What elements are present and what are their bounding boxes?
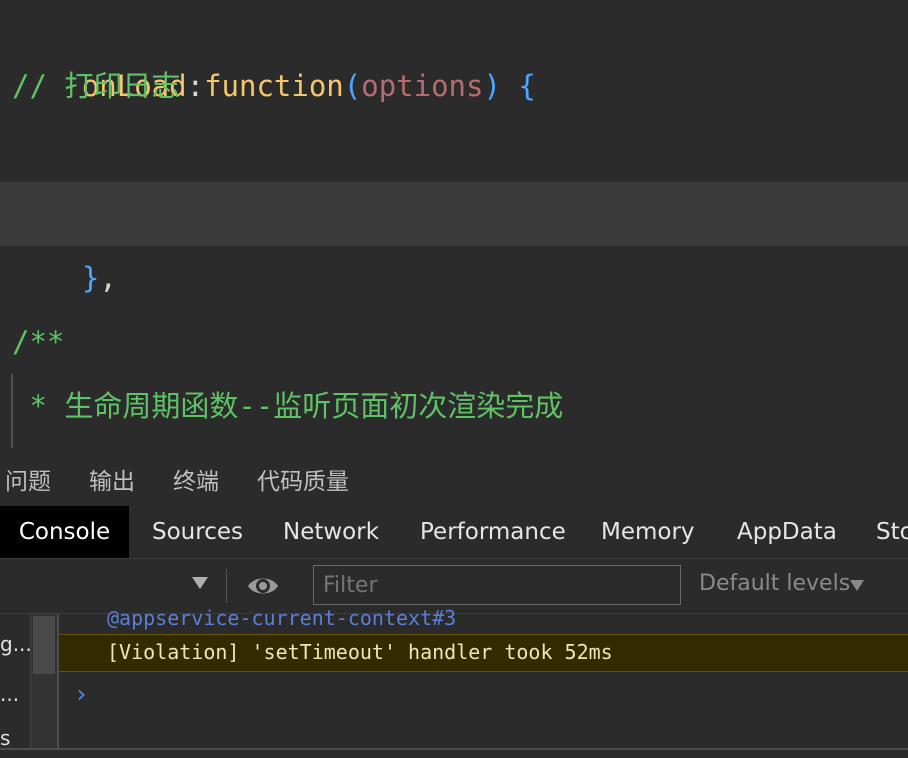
tab-memory[interactable]: Memory bbox=[601, 506, 695, 558]
open-brace: { bbox=[518, 69, 536, 103]
panel-tabs: 问题 输出 终端 代码质量 bbox=[0, 448, 908, 506]
sidebar-item[interactable]: s bbox=[0, 726, 30, 750]
tab-appdata[interactable]: AppData bbox=[737, 506, 837, 558]
filter-input[interactable] bbox=[313, 565, 681, 605]
comma: , bbox=[99, 261, 117, 295]
param-options: options bbox=[361, 69, 484, 103]
tab-output[interactable]: 输出 bbox=[89, 462, 135, 496]
colon: : bbox=[186, 69, 205, 103]
toolbar-divider bbox=[226, 569, 227, 603]
tab-problems[interactable]: 问题 bbox=[5, 462, 51, 496]
current-line-highlight bbox=[0, 182, 908, 246]
code-editor[interactable]: onLoad:function(options) { // 打印日志 conso… bbox=[0, 0, 908, 448]
console-output: g... ... s @appservice-current-context#3… bbox=[0, 606, 908, 758]
violation-text: [Violation] 'setTimeout' handler took 52… bbox=[107, 640, 613, 664]
tab-performance[interactable]: Performance bbox=[420, 506, 566, 558]
eye-icon[interactable] bbox=[246, 572, 280, 600]
code-line-3: console.log(1111) bbox=[12, 118, 379, 231]
code-line-1: onLoad:function(options) { bbox=[12, 0, 536, 103]
sidebar-item[interactable]: g... bbox=[0, 632, 30, 656]
tab-storage[interactable]: Sto bbox=[876, 506, 908, 558]
violation-message: [Violation] 'setTimeout' handler took 52… bbox=[59, 634, 908, 672]
code-line-5: /** bbox=[12, 325, 65, 359]
levels-chevron-icon[interactable] bbox=[850, 580, 864, 591]
scrollbar-thumb[interactable] bbox=[33, 616, 55, 674]
devtools-tabs: Console Sources Network Performance Memo… bbox=[0, 506, 908, 559]
code-line-4: }, bbox=[12, 182, 117, 295]
default-levels-dropdown[interactable]: Default levels bbox=[699, 571, 850, 596]
context-link[interactable]: @appservice-current-context#3 bbox=[107, 606, 456, 630]
console-sidebar: g... ... s bbox=[0, 614, 58, 750]
tab-terminal[interactable]: 终端 bbox=[173, 462, 219, 496]
close-paren: ) bbox=[483, 69, 501, 103]
open-paren: ( bbox=[343, 69, 362, 103]
close-brace: } bbox=[81, 261, 100, 295]
sidebar-item[interactable]: ... bbox=[0, 682, 30, 706]
chevron-down-icon[interactable] bbox=[192, 577, 208, 589]
bottom-border bbox=[0, 748, 908, 750]
tab-code-quality[interactable]: 代码质量 bbox=[257, 462, 349, 496]
sidebar-scrollbar[interactable] bbox=[30, 614, 58, 748]
keyword-function: function bbox=[204, 69, 344, 103]
tab-sources[interactable]: Sources bbox=[152, 506, 243, 558]
code-line-2: // 打印日志 bbox=[12, 69, 181, 103]
code-line-6: * 生命周期函数--监听页面初次渲染完成 bbox=[12, 389, 564, 423]
tab-console[interactable]: Console bbox=[0, 506, 129, 558]
prompt-chevron-icon[interactable]: › bbox=[74, 680, 88, 708]
tab-network[interactable]: Network bbox=[283, 506, 379, 558]
